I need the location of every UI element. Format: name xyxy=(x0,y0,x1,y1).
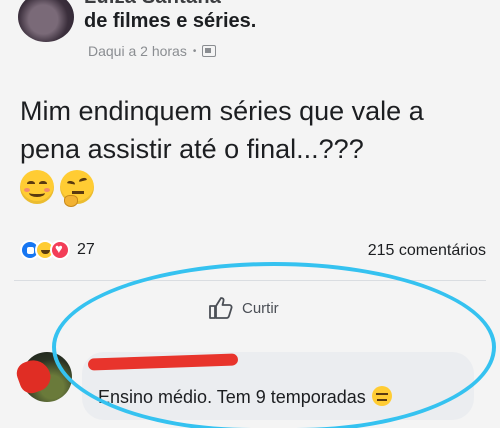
like-button[interactable]: Curtir xyxy=(208,296,279,320)
post-body: Mim endinquem séries que vale a pena ass… xyxy=(20,96,424,164)
comment-text: Ensino médio. Tem 9 temporadas xyxy=(98,386,392,408)
group-name[interactable]: de filmes e séries. xyxy=(84,10,256,33)
post-header xyxy=(0,0,500,8)
divider xyxy=(14,280,486,281)
author-avatar[interactable] xyxy=(18,0,74,42)
comment-body: Ensino médio. Tem 9 temporadas xyxy=(98,387,366,407)
reactions-summary[interactable]: 27 xyxy=(20,240,95,260)
smiling-face-icon xyxy=(20,170,54,204)
comment-bubble: Ensino médio. Tem 9 temporadas xyxy=(82,352,474,420)
thinking-face-icon xyxy=(60,170,94,207)
author-name-clipped[interactable]: Luiza Santana xyxy=(84,0,221,9)
like-label: Curtir xyxy=(242,299,279,317)
audience-icon xyxy=(202,45,217,57)
reaction-count: 27 xyxy=(77,241,95,258)
post-meta: Daqui a 2 horas • xyxy=(88,43,217,59)
post-emojis xyxy=(20,170,94,207)
love-reaction-icon xyxy=(50,240,70,260)
commenter-avatar[interactable] xyxy=(13,352,72,402)
name-redaction xyxy=(87,353,239,371)
meta-separator: • xyxy=(192,45,197,57)
post-time[interactable]: Daqui a 2 horas xyxy=(88,43,187,59)
comments-count[interactable]: 215 comentários xyxy=(368,242,486,260)
thumbs-up-icon xyxy=(209,297,233,319)
expressionless-face-icon xyxy=(371,386,392,406)
avatar-redaction xyxy=(13,355,55,397)
